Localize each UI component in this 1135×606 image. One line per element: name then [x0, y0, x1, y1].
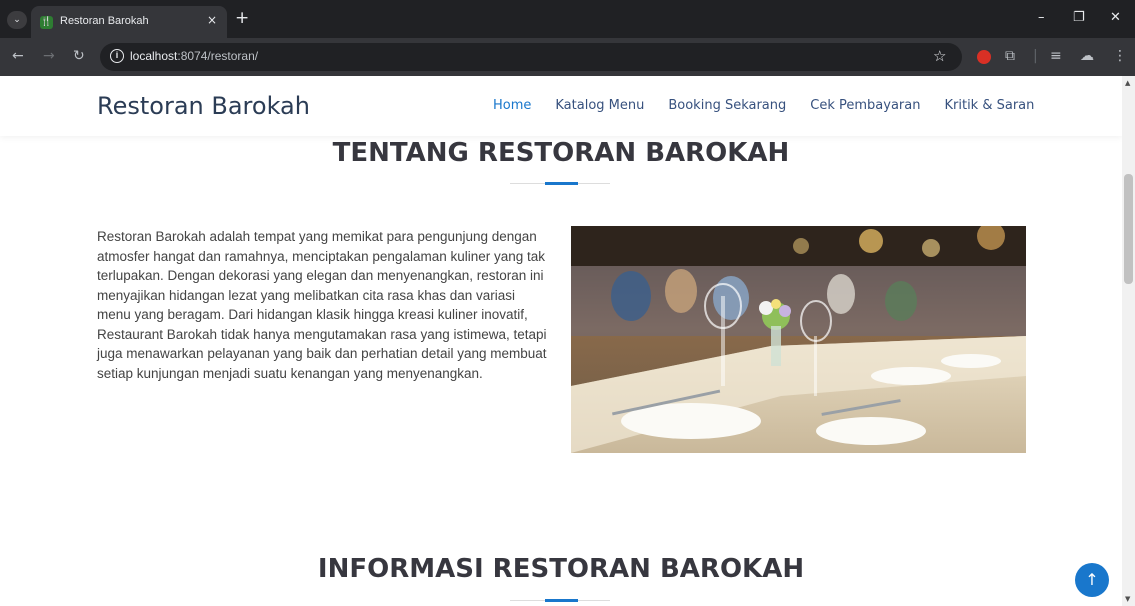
more-menu-icon[interactable]: ⋮ — [1113, 48, 1127, 64]
reading-list-icon[interactable]: ≡ — [1050, 48, 1062, 64]
extension-icon[interactable] — [977, 50, 991, 64]
toolbar-divider: | — [1033, 48, 1038, 64]
back-to-top-arrow-icon[interactable]: ↑ — [1075, 563, 1109, 597]
browser-tab-bar: ⌄ 🍴 Restoran Barokah × + – ❐ ✕ — [0, 0, 1135, 38]
restore-icon[interactable]: ❐ — [1073, 10, 1085, 25]
url-text: localhost:8074/restoran/ — [130, 49, 258, 63]
forward-arrow-icon[interactable]: → — [43, 48, 55, 64]
url-path: :8074/restoran/ — [177, 49, 259, 63]
extensions-puzzle-icon[interactable]: ⧉ — [1005, 48, 1015, 64]
about-title: TENTANG RESTORAN BAROKAH — [332, 138, 790, 168]
page-scrollbar[interactable]: ▲ ▼ — [1122, 76, 1135, 606]
reload-icon[interactable]: ↻ — [73, 48, 85, 64]
back-arrow-icon[interactable]: ← — [12, 48, 24, 64]
scroll-up-icon[interactable]: ▲ — [1125, 79, 1130, 87]
scroll-down-icon[interactable]: ▼ — [1125, 595, 1130, 603]
site-header: Restoran Barokah Home Katalog Menu Booki… — [0, 76, 1122, 136]
about-divider-accent — [545, 182, 578, 185]
tab-title: Restoran Barokah — [60, 15, 149, 27]
restaurant-favicon-icon: 🍴 — [40, 16, 53, 29]
minimize-icon[interactable]: – — [1038, 10, 1045, 25]
new-tab-icon[interactable]: + — [235, 8, 249, 28]
url-host: localhost — [130, 49, 178, 63]
tab-search-icon[interactable]: ⌄ — [7, 11, 27, 29]
browser-toolbar: ← → ↻ i localhost:8074/restoran/ ☆ ⧉ | ≡… — [0, 38, 1135, 76]
address-bar[interactable]: i localhost:8074/restoran/ ☆ — [100, 43, 962, 71]
main-nav: Home Katalog Menu Booking Sekarang Cek P… — [493, 98, 1034, 113]
info-title: INFORMASI RESTORAN BAROKAH — [317, 554, 805, 584]
restaurant-table-photo — [571, 226, 1026, 453]
web-page: Restoran Barokah Home Katalog Menu Booki… — [0, 76, 1122, 606]
tab-close-icon[interactable]: × — [207, 13, 217, 27]
about-paragraph: Restoran Barokah adalah tempat yang memi… — [97, 229, 547, 381]
nav-booking-sekarang[interactable]: Booking Sekarang — [668, 98, 786, 113]
info-divider-accent — [545, 599, 578, 602]
bookmark-star-icon[interactable]: ☆ — [933, 47, 946, 65]
nav-cek-pembayaran[interactable]: Cek Pembayaran — [810, 98, 920, 113]
browser-tab[interactable]: 🍴 Restoran Barokah × — [31, 6, 227, 38]
nav-katalog-menu[interactable]: Katalog Menu — [555, 98, 644, 113]
scroll-thumb[interactable] — [1124, 174, 1133, 284]
site-info-icon[interactable]: i — [110, 49, 124, 63]
nav-kritik-saran[interactable]: Kritik & Saran — [944, 98, 1034, 113]
profile-icon[interactable]: ☁ — [1080, 48, 1094, 64]
window-close-icon[interactable]: ✕ — [1110, 10, 1121, 25]
site-logo[interactable]: Restoran Barokah — [97, 92, 310, 120]
nav-home[interactable]: Home — [493, 98, 531, 113]
